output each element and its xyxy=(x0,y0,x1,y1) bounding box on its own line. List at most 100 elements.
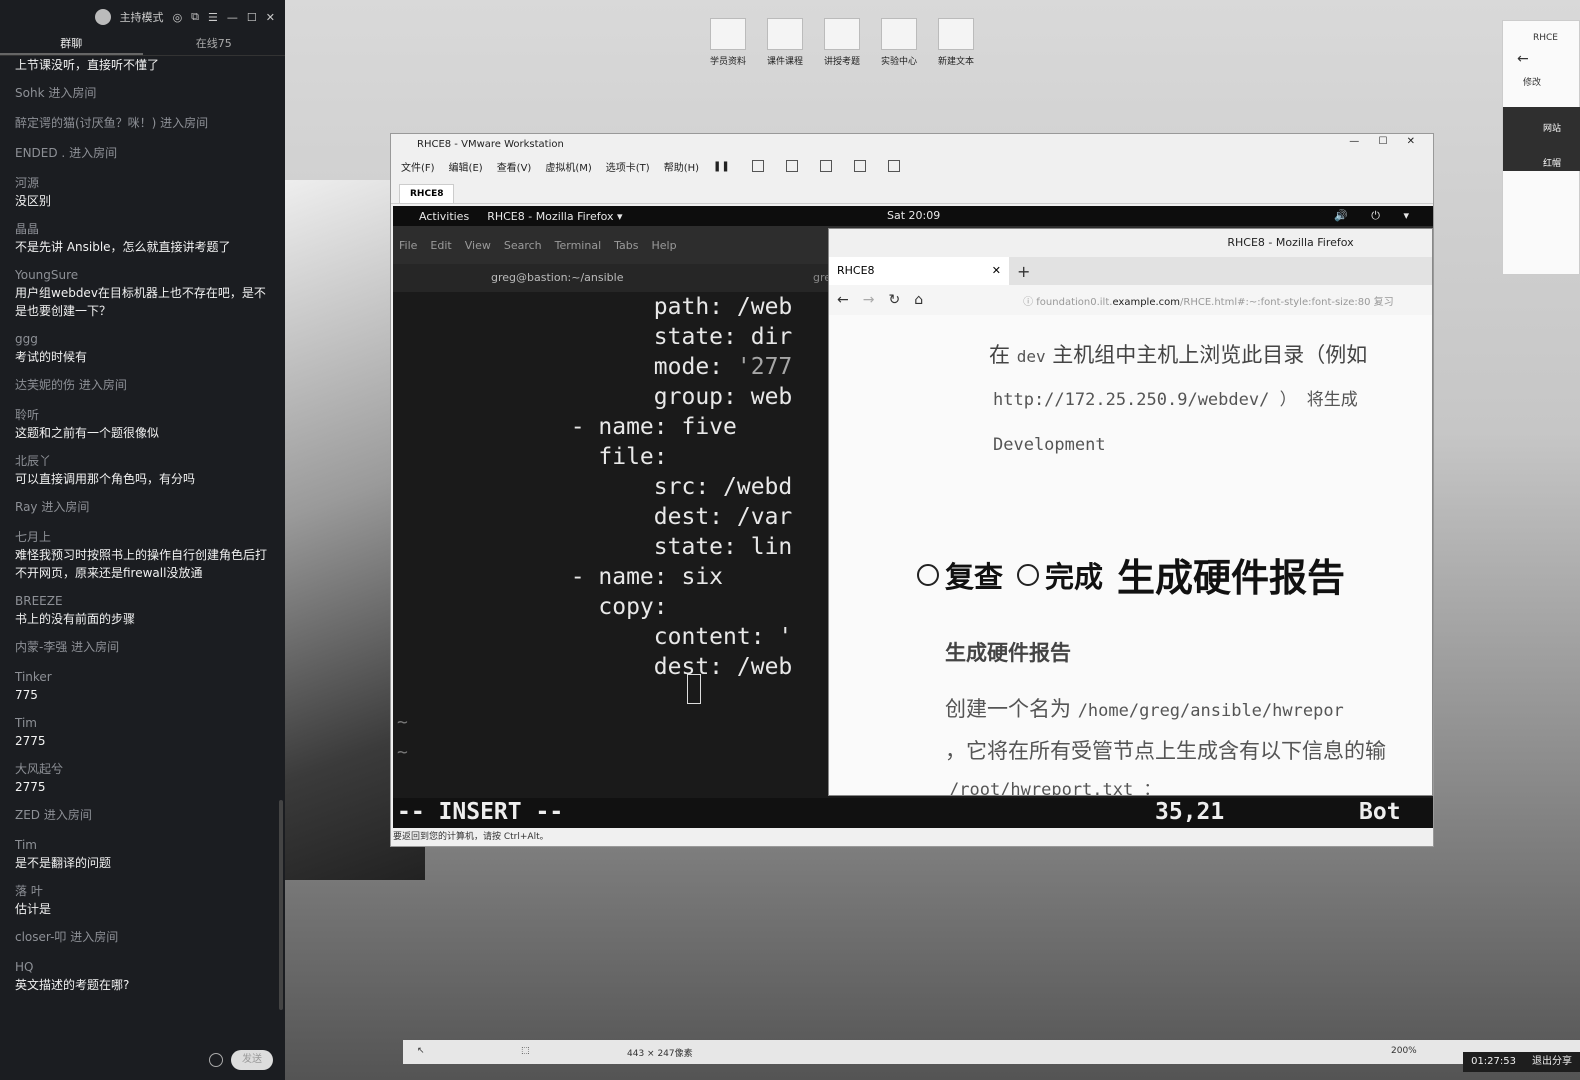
review-label: 复查 xyxy=(945,559,1004,594)
gnome-topbar: Activities RHCE8 - Mozilla Firefox ▾ Sat… xyxy=(393,206,1433,226)
chat-message: 落 叶估计是 xyxy=(15,882,277,918)
toolbar-icon[interactable] xyxy=(751,160,764,172)
host-mode-label[interactable]: 主持模式 xyxy=(120,9,164,25)
done-label: 完成 xyxy=(1045,559,1104,594)
desktop-icon-1[interactable]: 学员资料 xyxy=(702,18,754,67)
page-content[interactable]: 在 dev 主机组中主机上浏览此目录（例如 http://172.25.250.… xyxy=(829,315,1432,795)
emoji-icon[interactable] xyxy=(209,1053,223,1067)
chat-username[interactable]: ggg xyxy=(15,330,277,348)
chat-username[interactable]: HQ xyxy=(15,958,277,976)
fullscreen-icon[interactable] xyxy=(853,160,866,172)
task-line-2: ，它将在所有受管节点上生成含有以下信息的输 xyxy=(945,739,1386,763)
chat-message: Tim 2775 xyxy=(15,714,277,750)
chat-message: 晶晶 不是先讲 Ansible，怎么就直接讲考题了 xyxy=(15,220,277,256)
chat-username[interactable]: 七月上 xyxy=(15,528,277,546)
menu-help[interactable]: 帮助(H) xyxy=(664,159,699,174)
minimize-icon[interactable]: — xyxy=(227,11,238,24)
menu-file[interactable]: 文件(F) xyxy=(401,159,435,174)
menu-edit[interactable]: 编辑(E) xyxy=(449,159,483,174)
settings-icon[interactable]: ◎ xyxy=(173,11,183,24)
menu-tabs[interactable]: 选项卡(T) xyxy=(606,159,650,174)
chat-username[interactable]: 北辰丫 xyxy=(15,452,277,470)
url-bar[interactable]: ⓘ foundation0.ilt.example.com/RHCE.html#… xyxy=(1023,293,1394,308)
pause-icon[interactable]: ❚❚ xyxy=(713,161,730,172)
review-radio[interactable] xyxy=(917,563,939,586)
share-timer: 01:27:53 xyxy=(1471,1056,1516,1067)
vim-cursor-position: 35,21 xyxy=(1155,799,1225,825)
right-side-window[interactable]: RHCE ← 修改 网站 红帽 xyxy=(1502,20,1580,275)
pointer-icon[interactable]: ↖ xyxy=(417,1046,425,1056)
window-controls[interactable]: — ☐ ✕ xyxy=(1349,136,1423,147)
code-line: state: lin xyxy=(653,534,793,560)
term-menu-help[interactable]: Help xyxy=(652,239,677,252)
console-icon[interactable] xyxy=(887,160,900,172)
chat-username[interactable]: Tim xyxy=(15,836,277,854)
maximize-icon[interactable]: ☐ xyxy=(247,11,257,24)
snapshot-icon[interactable] xyxy=(785,160,798,172)
close-tab-icon[interactable]: ✕ xyxy=(992,257,1001,285)
avatar[interactable] xyxy=(94,9,111,25)
reload-icon[interactable]: ↻ xyxy=(888,292,900,308)
chat-scrollbar[interactable] xyxy=(279,800,283,1010)
shortcut-icon xyxy=(881,18,917,50)
chat-messages[interactable]: 上节课没听，直接听不懂了 Sohk 进入房间 醉定谔的猫(讨厌鱼？咪！) 进入房间… xyxy=(0,56,277,1042)
select-icon[interactable]: ⬚ xyxy=(521,1046,530,1056)
chat-username[interactable]: Tim xyxy=(15,714,277,732)
exit-share-button[interactable]: 退出分享 xyxy=(1532,1052,1572,1072)
chat-input-bar: 发送 xyxy=(209,1050,273,1070)
chat-username[interactable]: BREEZE xyxy=(15,592,277,610)
chat-username[interactable]: Tinker xyxy=(15,668,277,686)
system-tray[interactable]: 🔊 ⏻ ▾ xyxy=(1334,209,1419,223)
chat-message-text: 没区别 xyxy=(15,194,52,208)
send-button[interactable]: 发送 xyxy=(231,1050,273,1070)
terminal-tab-title: greg@bastion:~/ansible xyxy=(491,271,624,284)
vim-statusline: -- INSERT -- 35,21 Bot xyxy=(393,798,1433,830)
menu-vm[interactable]: 虚拟机(M) xyxy=(545,159,591,174)
new-tab-icon[interactable]: + xyxy=(1017,262,1030,281)
chat-username[interactable]: 大风起兮 xyxy=(15,760,277,778)
active-app-menu[interactable]: RHCE8 - Mozilla Firefox ▾ xyxy=(487,210,622,223)
term-menu-view[interactable]: View xyxy=(465,239,491,252)
term-menu-terminal[interactable]: Terminal xyxy=(555,239,602,252)
desktop-icon-3[interactable]: 讲授考题 xyxy=(816,18,868,67)
firefox-window[interactable]: RHCE8 - Mozilla Firefox RHCE8 ✕ + ← → ↻ … xyxy=(828,228,1433,796)
chat-message-text: 这题和之前有一个题很像似 xyxy=(15,426,160,440)
term-menu-edit[interactable]: Edit xyxy=(430,239,451,252)
home-icon[interactable]: ⌂ xyxy=(914,292,923,308)
menu-icon[interactable]: ☰ xyxy=(208,11,218,24)
tab-rhce8[interactable]: RHCE8 xyxy=(399,184,455,203)
chat-message: 北辰丫 可以直接调用那个角色吗，有分吗 xyxy=(15,452,277,488)
activities-button[interactable]: Activities xyxy=(419,210,469,223)
firefox-tab[interactable]: RHCE8 ✕ xyxy=(829,257,1009,285)
code-line: path: /web xyxy=(653,294,793,320)
chat-username[interactable]: 落 叶 xyxy=(15,882,277,900)
term-menu-file[interactable]: File xyxy=(399,239,417,252)
term-menu-tabs[interactable]: Tabs xyxy=(614,239,638,252)
menu-view[interactable]: 查看(V) xyxy=(497,159,532,174)
term-menu-search[interactable]: Search xyxy=(504,239,542,252)
side-edit-label[interactable]: 修改 xyxy=(1503,67,1579,88)
chat-system-message: ENDED . 进入房间 xyxy=(15,146,118,160)
desktop-icon-4[interactable]: 实验中心 xyxy=(873,18,925,67)
vmware-statusbar: 要返回到您的计算机，请按 Ctrl+Alt。 xyxy=(391,828,1433,846)
desktop-icon-2[interactable]: 课件课程 xyxy=(759,18,811,67)
code-line: mode: '277 xyxy=(653,354,793,380)
chat-username[interactable]: 河源 xyxy=(15,174,277,192)
tab-online[interactable]: 在线75 xyxy=(143,34,286,55)
close-icon[interactable]: ✕ xyxy=(266,11,275,24)
back-icon[interactable]: ← xyxy=(837,292,849,308)
desktop-icon-5[interactable]: 新建文本 xyxy=(930,18,982,67)
chat-username[interactable]: 聆听 xyxy=(15,406,277,424)
tab-group-chat[interactable]: 群聊 xyxy=(0,34,143,55)
instruction-line-3: Development xyxy=(993,435,1106,455)
clock[interactable]: Sat 20:09 xyxy=(887,209,940,222)
vmware-title: RHCE8 - VMware Workstation xyxy=(417,138,564,150)
code-line: - name: six xyxy=(543,564,724,590)
chat-username[interactable]: YoungSure xyxy=(15,266,277,284)
done-radio[interactable] xyxy=(1017,563,1040,586)
back-arrow-icon[interactable]: ← xyxy=(1503,43,1579,67)
forward-icon[interactable]: → xyxy=(863,292,875,308)
popout-icon[interactable]: ⧉ xyxy=(191,10,199,24)
chat-username[interactable]: 晶晶 xyxy=(15,220,277,238)
view-icon[interactable] xyxy=(819,160,832,172)
